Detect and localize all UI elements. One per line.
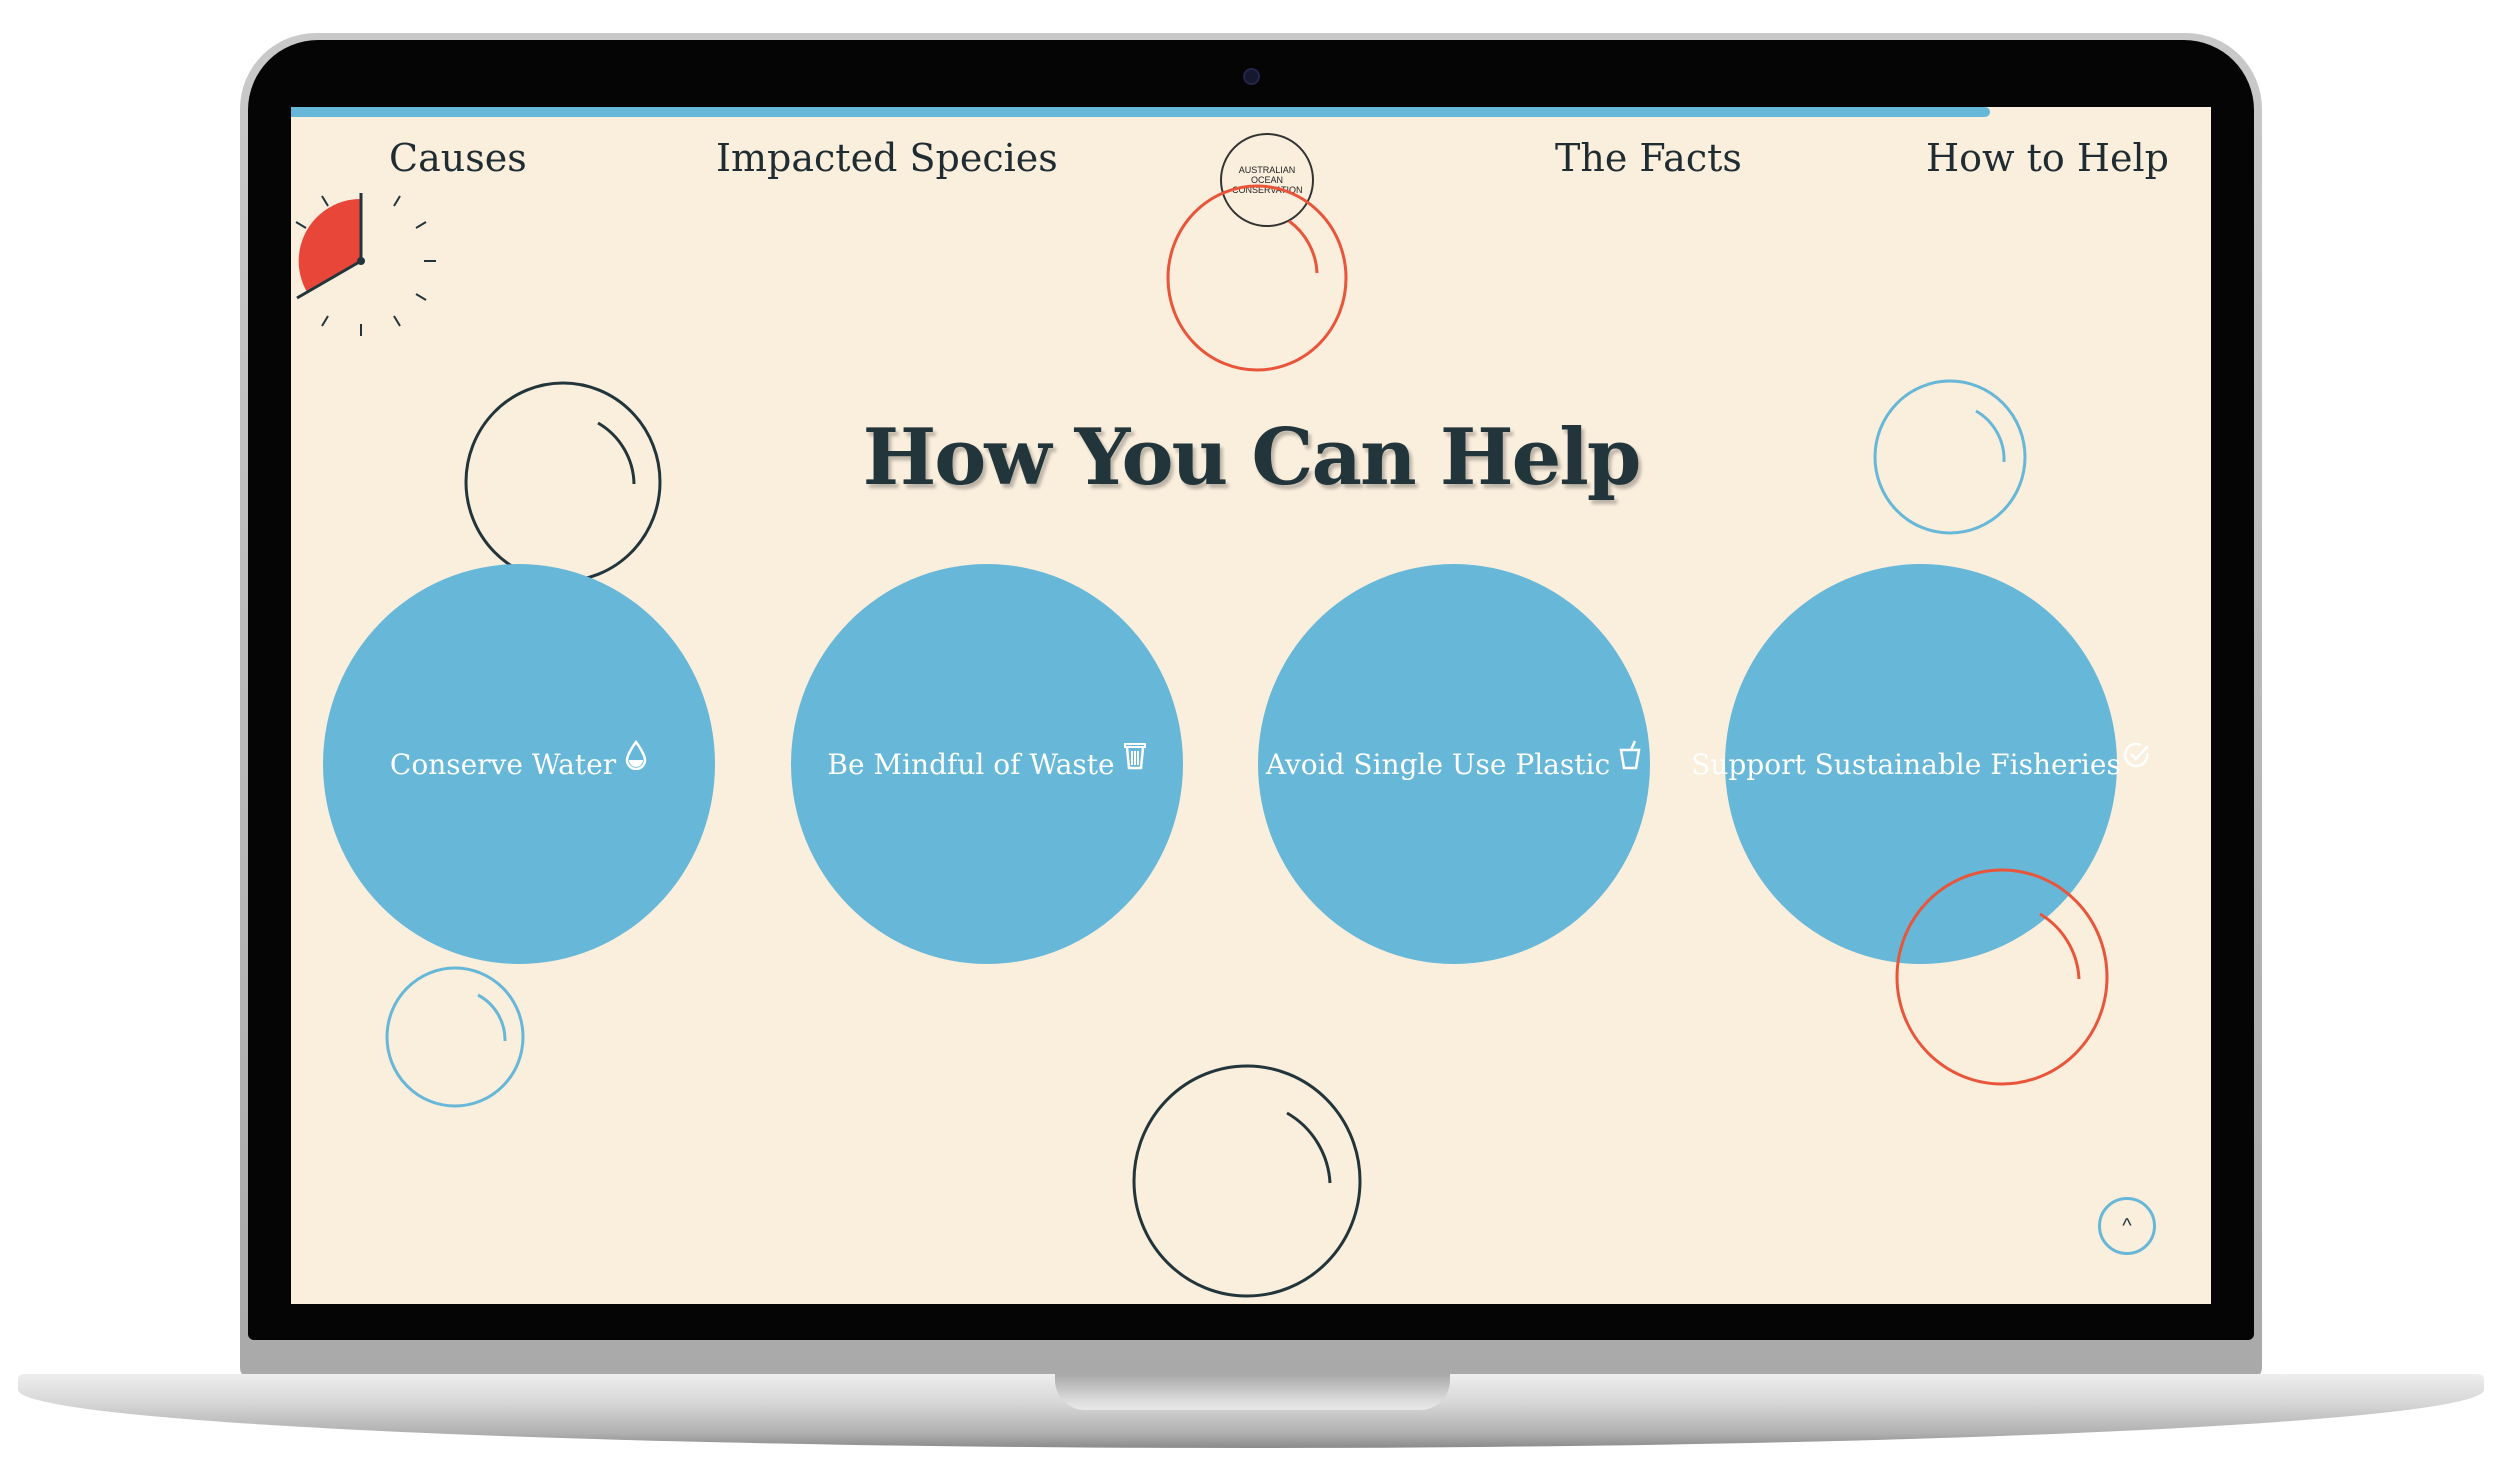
logo-text: AUSTRALIAN OCEAN CONSERVATION	[1232, 165, 1303, 195]
nav-link-causes[interactable]: Causes	[389, 136, 527, 180]
action-label: Be Mindful of Waste	[827, 747, 1115, 781]
site-logo[interactable]: AUSTRALIAN OCEAN CONSERVATION	[1220, 133, 1314, 227]
nav-link-the-facts[interactable]: The Facts	[1555, 136, 1742, 180]
bubble-decoration	[1132, 1064, 1362, 1298]
action-conserve-water-button[interactable]: Conserve Water	[323, 564, 715, 964]
action-label: Avoid Single Use Plastic	[1265, 747, 1611, 781]
page-title: How You Can Help	[862, 412, 1642, 503]
website-screen: Causes Impacted Species The Facts How to…	[291, 107, 2211, 1304]
nav-link-impacted-species[interactable]: Impacted Species	[716, 136, 1058, 180]
action-label: Support Sustainable Fisheries	[1691, 747, 2121, 781]
clock-icon	[295, 193, 436, 336]
action-label: Conserve Water	[389, 747, 617, 781]
action-sustainable-fisheries-button[interactable]: Support Sustainable Fisheries	[1691, 564, 2149, 964]
water-drop-icon	[624, 739, 648, 777]
trash-icon	[1123, 740, 1147, 777]
cup-icon	[1618, 739, 1642, 777]
action-avoid-plastic-button[interactable]: Avoid Single Use Plastic	[1258, 564, 1650, 964]
scroll-progress-bar	[291, 107, 1991, 117]
bubble-decoration	[385, 966, 525, 1108]
check-circle-icon	[2123, 741, 2151, 776]
laptop-notch	[1055, 1374, 1450, 1410]
nav-link-how-to-help[interactable]: How to Help	[1926, 136, 2169, 180]
chevron-up-icon: ^	[2122, 1214, 2132, 1237]
camera-icon	[1243, 68, 1260, 85]
action-mindful-waste-button[interactable]: Be Mindful of Waste	[791, 564, 1183, 964]
scroll-to-top-button[interactable]: ^	[2098, 1197, 2156, 1255]
